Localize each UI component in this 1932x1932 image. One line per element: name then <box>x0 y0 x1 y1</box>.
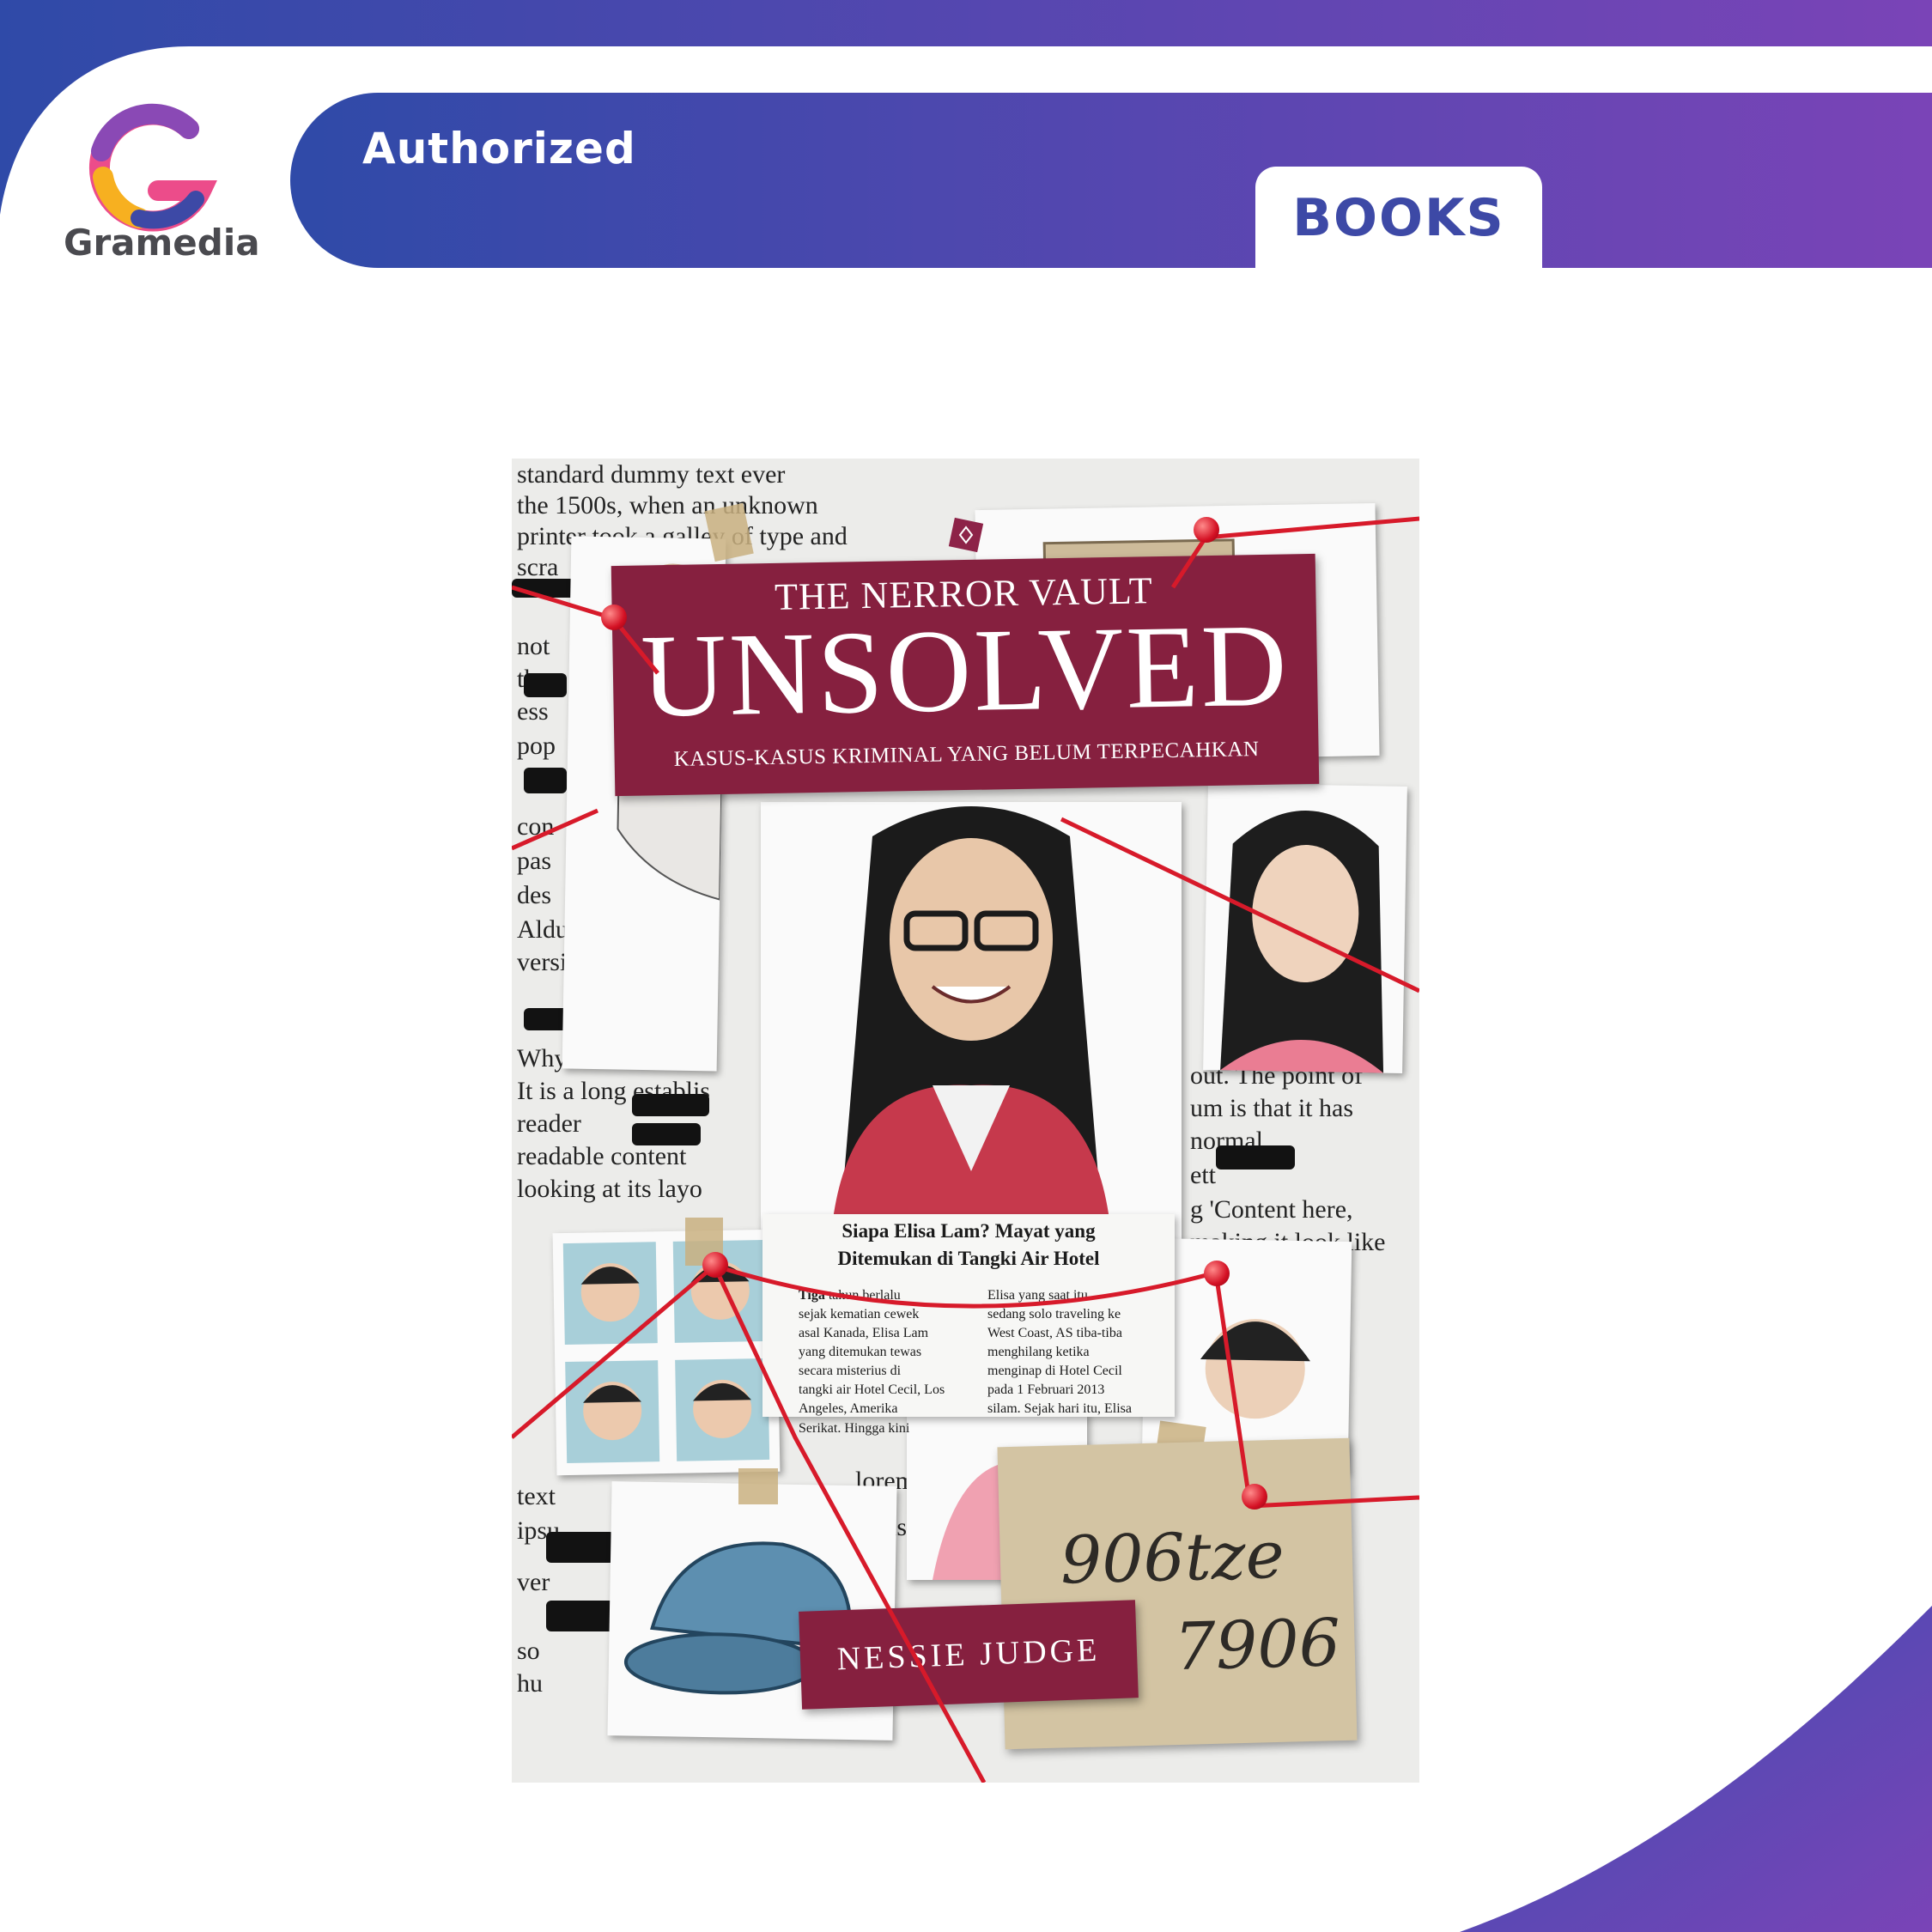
tab-books[interactable]: BOOKS <box>1255 167 1542 270</box>
red-strings <box>512 516 1419 1783</box>
push-pin <box>702 1252 728 1278</box>
gramedia-logo-text: Gramedia <box>64 222 260 264</box>
push-pin <box>1194 517 1219 543</box>
push-pin <box>601 605 627 630</box>
tab-books-label: BOOKS <box>1292 188 1505 248</box>
push-pin <box>1242 1484 1267 1510</box>
gramedia-g-logo-icon <box>88 103 217 232</box>
push-pin <box>1204 1261 1230 1286</box>
bottom-right-wave <box>1460 1606 1932 1932</box>
publisher-bow-logo-icon <box>948 517 984 553</box>
authorized-label: Authorized <box>362 124 636 173</box>
book-cover-image: standard dummy text ever the 1500s, when … <box>512 459 1419 1783</box>
top-banner <box>290 93 1932 268</box>
